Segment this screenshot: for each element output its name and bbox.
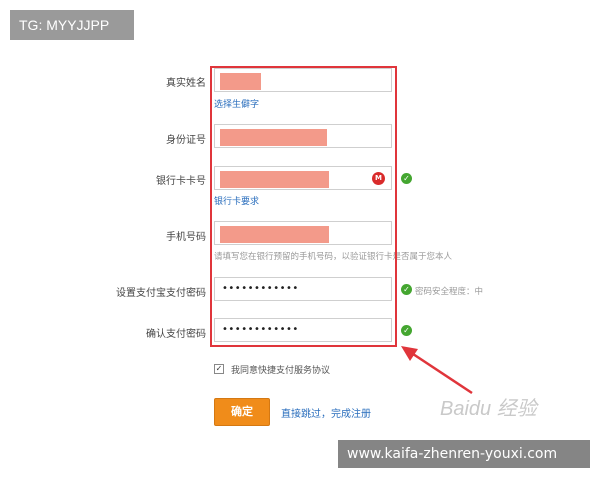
check-circle-icon: ✓: [401, 284, 412, 295]
highlight-frame: [210, 66, 397, 347]
agree-label[interactable]: 我同意快捷支付服务协议: [231, 363, 330, 376]
arrow-head: [401, 346, 418, 361]
bank-card-label: 银行卡卡号: [156, 176, 206, 187]
set-password-label: 设置支付宝支付密码: [116, 288, 206, 299]
site-url-banner: www.kaifa-zhenren-youxi.com: [338, 440, 590, 468]
check-circle-icon: ✓: [401, 325, 412, 336]
password-strength-text: 密码安全程度：中: [415, 287, 484, 297]
mobile-label: 手机号码: [166, 232, 206, 243]
baidu-watermark: Baidu 经验: [440, 398, 537, 420]
check-circle-icon: ✓: [401, 173, 412, 184]
real-name-label: 真实姓名: [166, 78, 206, 89]
agree-checkbox[interactable]: ✓: [214, 364, 224, 374]
skip-register-link[interactable]: 直接跳过，完成注册: [281, 405, 371, 420]
arrow-shaft: [409, 350, 473, 395]
tg-overlay-badge: TG: MYYJJPP: [10, 10, 134, 40]
confirm-button[interactable]: 确定: [214, 398, 270, 426]
confirm-password-label: 确认支付密码: [146, 329, 206, 340]
id-number-label: 身份证号: [166, 135, 206, 146]
